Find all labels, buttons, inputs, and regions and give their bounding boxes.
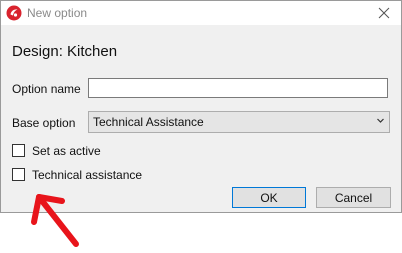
ok-button[interactable]: OK xyxy=(232,187,306,208)
set-as-active-checkbox[interactable] xyxy=(12,144,25,157)
app-logo-icon xyxy=(6,5,22,21)
chevron-down-icon xyxy=(377,118,384,123)
base-option-label: Base option xyxy=(12,116,76,130)
base-option-selected-value: Technical Assistance xyxy=(93,115,204,129)
technical-assistance-checkbox[interactable] xyxy=(12,168,25,181)
base-option-select[interactable]: Technical Assistance xyxy=(88,111,390,133)
close-icon xyxy=(378,7,390,19)
red-annotation-arrow xyxy=(31,194,79,247)
title-bar: New option xyxy=(1,1,401,25)
cancel-button[interactable]: Cancel xyxy=(316,187,391,208)
close-button[interactable] xyxy=(367,1,401,25)
option-name-label: Option name xyxy=(12,82,81,96)
option-name-input[interactable] xyxy=(88,78,388,98)
technical-assistance-label: Technical assistance xyxy=(32,168,143,182)
window-title: New option xyxy=(27,6,88,20)
design-heading: Design: Kitchen xyxy=(12,43,118,60)
set-as-active-label: Set as active xyxy=(32,144,101,158)
